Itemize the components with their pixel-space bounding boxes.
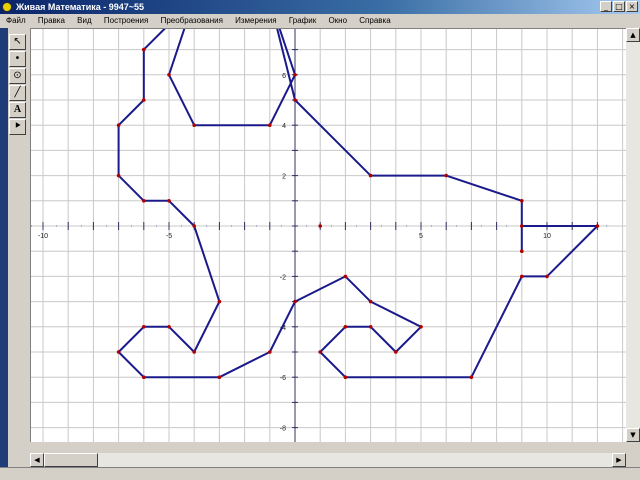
minimize-button[interactable]: _ xyxy=(600,1,612,12)
vertex-point[interactable] xyxy=(595,224,600,228)
x-tick-label: -5 xyxy=(166,233,172,240)
vertex-point[interactable] xyxy=(343,375,348,380)
custom-tool[interactable]: ⯈ xyxy=(9,119,26,135)
figure-outline-1[interactable] xyxy=(168,0,296,127)
app-icon xyxy=(2,2,12,12)
vertex-point[interactable] xyxy=(293,73,297,77)
window-title: Живая Математика - 9947~55 xyxy=(16,2,145,12)
vertex-point[interactable] xyxy=(142,375,146,380)
vertex-point[interactable] xyxy=(268,123,272,127)
vertex-point[interactable] xyxy=(444,173,449,178)
menu-graph[interactable]: График xyxy=(289,16,316,25)
text-tool[interactable]: A xyxy=(9,102,26,118)
y-tick-label: -6 xyxy=(280,375,286,382)
size-grip[interactable] xyxy=(626,453,640,467)
vertex-point[interactable] xyxy=(469,375,474,380)
vertex-point[interactable] xyxy=(368,299,373,304)
status-bar xyxy=(0,467,640,480)
scroll-up-button[interactable]: ▲ xyxy=(626,28,640,42)
menu-help[interactable]: Справка xyxy=(359,16,390,25)
y-tick-label: 4 xyxy=(282,123,286,130)
vertex-point[interactable] xyxy=(167,73,171,77)
horizontal-scroll-thumb[interactable] xyxy=(44,453,98,467)
x-tick-label: 10 xyxy=(543,233,551,240)
coordinate-plot[interactable]: -10-55108642-2-4-6-8 xyxy=(31,0,627,454)
vertex-point[interactable] xyxy=(520,274,524,279)
x-tick-label: 5 xyxy=(419,233,423,240)
vertex-point[interactable] xyxy=(167,325,171,329)
x-tick-label: -10 xyxy=(38,233,48,240)
vertex-point[interactable] xyxy=(368,325,373,329)
y-tick-label: -2 xyxy=(280,274,286,281)
scroll-down-button[interactable]: ▼ xyxy=(626,428,640,442)
vertex-point[interactable] xyxy=(217,299,222,304)
axis-unit-point[interactable] xyxy=(318,224,323,228)
vertex-point[interactable] xyxy=(142,199,146,203)
vertex-point[interactable] xyxy=(217,375,222,380)
point-tool[interactable]: • xyxy=(9,51,26,67)
sketch-canvas[interactable]: -10-55108642-2-4-6-8 xyxy=(30,0,627,454)
menu-file[interactable]: Файл xyxy=(6,16,26,25)
vertex-point[interactable] xyxy=(142,98,146,102)
menu-measure[interactable]: Измерения xyxy=(235,16,276,25)
maximize-button[interactable]: □ xyxy=(613,1,625,12)
horizontal-scrollbar[interactable]: ◀ ▶ xyxy=(30,453,626,467)
vertex-point[interactable] xyxy=(116,350,121,354)
scroll-right-button[interactable]: ▶ xyxy=(612,453,626,467)
vertex-point[interactable] xyxy=(318,350,323,354)
vertex-point[interactable] xyxy=(116,173,121,178)
figure-outline-2[interactable] xyxy=(117,0,599,379)
vertex-point[interactable] xyxy=(116,123,121,127)
vertex-point[interactable] xyxy=(293,98,297,102)
title-bar: Живая Математика - 9947~55 _ □ × xyxy=(0,0,640,14)
y-tick-label: 2 xyxy=(282,174,286,181)
vertex-point[interactable] xyxy=(520,249,524,253)
vertex-point[interactable] xyxy=(520,199,524,203)
arrow-select-tool[interactable]: ↖ xyxy=(9,34,26,50)
vertex-point[interactable] xyxy=(343,325,348,329)
window-frame-bottom xyxy=(8,442,626,453)
menu-construct[interactable]: Построения xyxy=(104,16,148,25)
vertex-point[interactable] xyxy=(343,274,348,279)
menu-window[interactable]: Окно xyxy=(328,16,347,25)
menu-view[interactable]: Вид xyxy=(77,16,91,25)
vertex-point[interactable] xyxy=(368,173,373,178)
menu-transform[interactable]: Преобразования xyxy=(161,16,223,25)
vertex-point[interactable] xyxy=(293,299,297,304)
close-button[interactable]: × xyxy=(626,1,638,12)
desktop-background xyxy=(0,28,8,480)
y-tick-label: -8 xyxy=(280,426,286,433)
vertex-point[interactable] xyxy=(394,350,398,354)
vertex-point[interactable] xyxy=(268,350,272,354)
vertex-point[interactable] xyxy=(545,274,549,279)
vertex-point[interactable] xyxy=(419,325,423,329)
vertical-scrollbar[interactable]: ▲ ▼ xyxy=(626,28,640,442)
y-tick-label: 6 xyxy=(282,73,286,80)
menu-bar: Файл Правка Вид Построения Преобразовани… xyxy=(0,14,640,28)
vertex-point[interactable] xyxy=(167,199,171,203)
vertex-point[interactable] xyxy=(142,325,146,329)
vertex-point[interactable] xyxy=(192,123,196,127)
toolbox: ↖ • ⊙ ╱ A ⯈ xyxy=(8,34,28,138)
vertex-point[interactable] xyxy=(520,224,524,228)
vertex-point[interactable] xyxy=(192,224,196,228)
vertex-point[interactable] xyxy=(142,47,146,52)
menu-edit[interactable]: Правка xyxy=(38,16,65,25)
vertex-point[interactable] xyxy=(192,350,196,354)
scroll-left-button[interactable]: ◀ xyxy=(30,453,44,467)
straightedge-tool[interactable]: ╱ xyxy=(9,85,26,101)
compass-tool[interactable]: ⊙ xyxy=(9,68,26,84)
